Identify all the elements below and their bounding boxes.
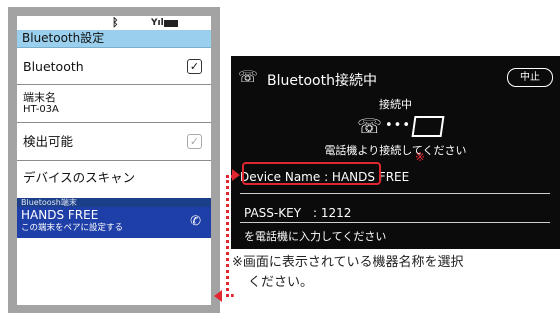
connect-message: 電話機より接続してください <box>324 144 467 157</box>
device-name-label: 端末名 <box>23 91 56 104</box>
hands-free-list-item[interactable]: HANDS FREE この端末をペアに設定する ✆ <box>17 207 211 238</box>
phone-handset-icon: ✆ <box>190 214 201 229</box>
arrow-right-icon <box>232 169 240 181</box>
device-name-row[interactable]: 端末名 HT-03A <box>17 85 211 123</box>
car-unit-icon <box>411 116 445 137</box>
connection-graphic: ☏ ••• <box>355 112 445 140</box>
note-mark: ※ <box>415 150 426 164</box>
discoverable-label: 検出可能 <box>23 134 74 149</box>
arrow-left-icon <box>214 290 222 302</box>
phone-frame: ᛒ Yıl Bluetooth設定 Bluetooth ✓ 端末名 HT-03A… <box>8 7 220 313</box>
discoverable-row[interactable]: 検出可能 ✓ <box>17 123 211 161</box>
status-bar: ᛒ Yıl <box>17 16 211 30</box>
scan-devices-row[interactable]: デバイスのスキャン <box>17 161 211 198</box>
bluetooth-row-label: Bluetooth <box>23 59 84 74</box>
device-category-header: Bluetoosh端末 <box>17 198 211 207</box>
phone-icon: ☏ <box>238 67 259 86</box>
footnote-line-2: ください。 <box>248 275 314 290</box>
signal-icon: Yıl <box>151 18 164 28</box>
phone-screen: ᛒ Yıl Bluetooth設定 Bluetooth ✓ 端末名 HT-03A… <box>17 16 211 305</box>
dialog-title: Bluetooth接続中 <box>267 73 377 89</box>
settings-header: Bluetooth設定 <box>17 30 211 48</box>
battery-icon <box>164 20 178 27</box>
footnote: ※画面に表示されている機器名称を選択 ください。 <box>232 253 464 293</box>
bluetooth-icon: ᛒ <box>112 16 119 29</box>
device-name-value: HT-03A <box>23 104 59 115</box>
cancel-button[interactable]: 中止 <box>507 68 553 87</box>
footnote-line-1: ※画面に表示されている機器名称を選択 <box>232 255 464 270</box>
bluetooth-connection-dialog: ☏ Bluetooth接続中 中止 接続中 ☏ ••• 電話機より接続してくださ… <box>231 56 560 249</box>
passkey-line: PASS-KEY : 1212 <box>244 206 352 220</box>
discoverable-checkbox[interactable]: ✓ <box>187 134 202 149</box>
passkey-instruction: を電話機に入力してください <box>244 230 387 243</box>
connecting-dots-icon: ••• <box>385 118 412 133</box>
hands-free-name: HANDS FREE <box>21 208 99 222</box>
bluetooth-checkbox[interactable]: ✓ <box>187 59 202 74</box>
mobile-phone-icon: ☏ <box>357 114 383 138</box>
connecting-status: 接続中 <box>379 98 412 111</box>
device-name-highlight <box>242 162 381 185</box>
bluetooth-toggle-row[interactable]: Bluetooth ✓ <box>17 48 211 85</box>
hands-free-subtitle: この端末をペアに設定する <box>21 223 124 233</box>
scan-devices-label: デバイスのスキャン <box>23 170 136 185</box>
divider <box>240 222 550 223</box>
divider <box>240 193 550 194</box>
